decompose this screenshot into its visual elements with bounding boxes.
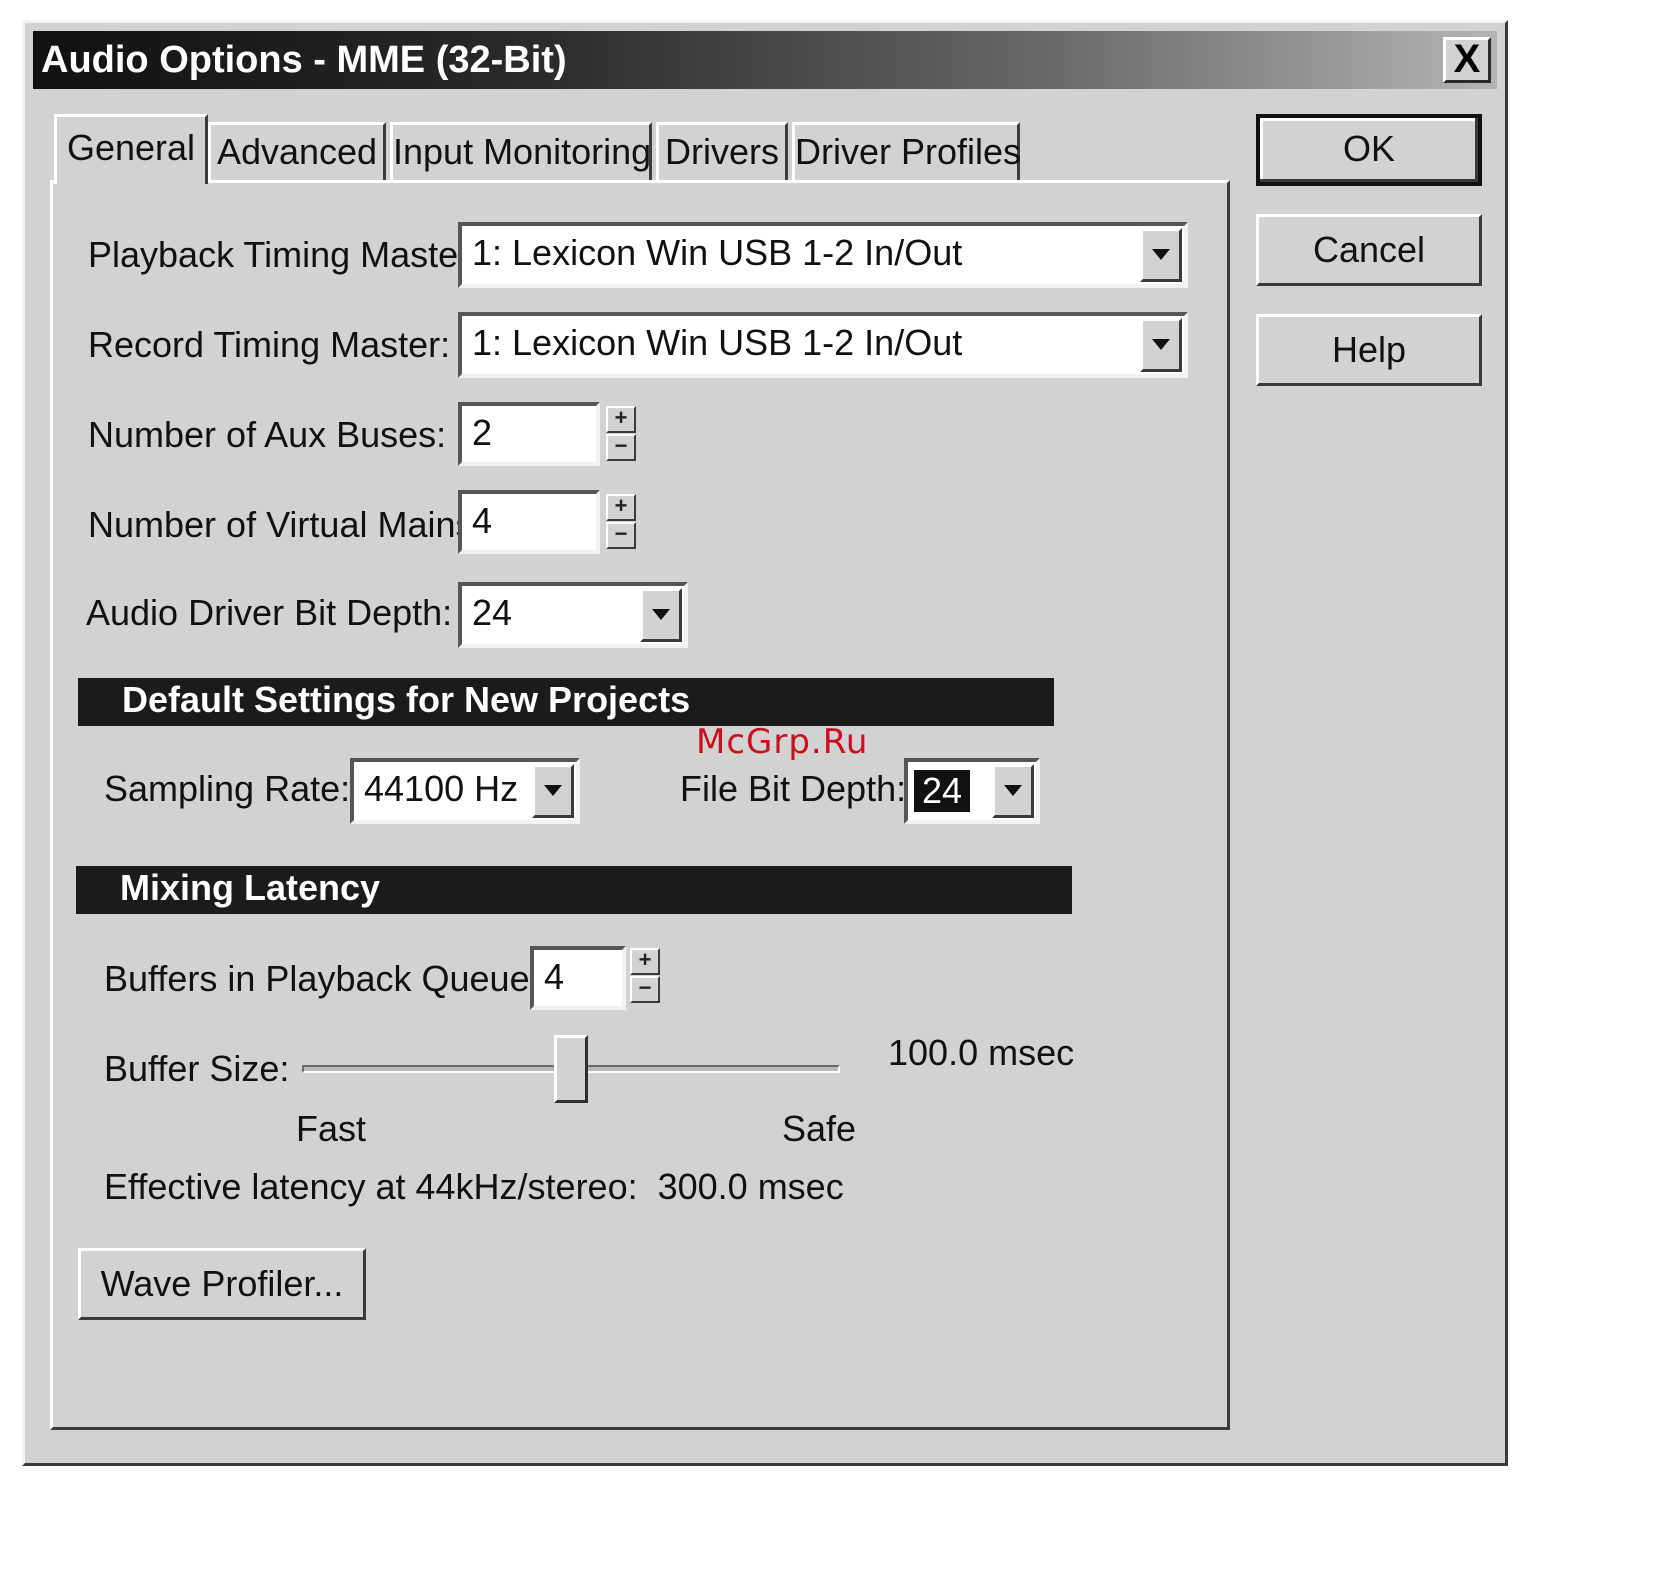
sampling-rate-value: 44100 Hz [364, 768, 519, 809]
file-bit-depth-dropdown-button[interactable] [992, 764, 1034, 818]
chevron-down-icon [544, 785, 562, 796]
buffers-down-button[interactable]: − [630, 976, 660, 1003]
playback-dropdown-button[interactable] [1140, 228, 1182, 282]
buffers-label: Buffers in Playback Queue: [104, 958, 540, 999]
aux-buses-value: 2 [472, 412, 493, 453]
tab-drivers-label: Drivers [665, 131, 779, 172]
buffer-size-slider-thumb[interactable] [554, 1035, 588, 1103]
tab-driver-profiles-label: Driver Profiles [795, 131, 1022, 172]
file-bit-depth-label: File Bit Depth: [680, 768, 907, 809]
slider-max-label: Safe [782, 1108, 857, 1149]
window-title: Audio Options - MME (32-Bit) [41, 39, 567, 81]
sampling-rate-dropdown-button[interactable] [532, 764, 574, 818]
help-button[interactable]: Help [1256, 314, 1482, 386]
buffers-spinner[interactable]: + − [630, 948, 660, 1004]
virtual-mains-value: 4 [472, 500, 493, 541]
record-timing-master-label: Record Timing Master: [88, 324, 451, 365]
driver-bit-depth-dropdown[interactable]: 24 [458, 582, 688, 648]
driver-bit-depth-label: Audio Driver Bit Depth: [86, 592, 453, 633]
sampling-rate-dropdown[interactable]: 44100 Hz [350, 758, 580, 824]
buffer-size-label: Buffer Size: [104, 1048, 290, 1089]
tab-drivers[interactable]: Drivers [656, 122, 788, 180]
chevron-down-icon [652, 609, 670, 620]
ok-button[interactable]: OK [1256, 114, 1482, 186]
playback-timing-master-label: Playback Timing Master: [88, 234, 481, 275]
tab-advanced-label: Advanced [216, 131, 378, 172]
virtual-mains-down-button[interactable]: − [606, 522, 636, 549]
tab-input-monitoring-label: Input Monitoring [393, 131, 652, 172]
effective-latency-text: Effective latency at 44kHz/stereo: 300.0… [104, 1166, 844, 1207]
mixing-latency-header: Mixing Latency [76, 866, 1072, 914]
virtual-mains-label: Number of Virtual Mains: [88, 504, 484, 545]
cancel-button[interactable]: Cancel [1256, 214, 1482, 286]
virtual-mains-input[interactable]: 4 [458, 490, 600, 554]
chevron-down-icon [1152, 249, 1170, 260]
playback-timing-master-dropdown[interactable]: 1: Lexicon Win USB 1-2 In/Out [458, 222, 1188, 288]
aux-buses-down-button[interactable]: − [606, 434, 636, 461]
record-dropdown-button[interactable] [1140, 318, 1182, 372]
driver-bit-depth-dropdown-button[interactable] [640, 588, 682, 642]
virtual-mains-spinner[interactable]: + − [606, 494, 636, 550]
tab-general[interactable]: General [54, 114, 208, 184]
record-timing-master-dropdown[interactable]: 1: Lexicon Win USB 1-2 In/Out [458, 312, 1188, 378]
buffer-size-value: 100.0 msec [888, 1032, 1075, 1073]
tab-general-label: General [66, 127, 196, 168]
close-button[interactable]: X [1443, 37, 1491, 83]
aux-buses-spinner[interactable]: + − [606, 406, 636, 462]
wave-profiler-button[interactable]: Wave Profiler... [78, 1248, 366, 1320]
playback-timing-master-value: 1: Lexicon Win USB 1-2 In/Out [472, 232, 963, 273]
driver-bit-depth-value: 24 [472, 592, 513, 633]
aux-buses-label: Number of Aux Buses: [88, 414, 447, 455]
file-bit-depth-value: 24 [914, 770, 971, 812]
title-bar[interactable]: Audio Options - MME (32-Bit) X [33, 31, 1497, 89]
slider-min-label: Fast [296, 1108, 367, 1149]
aux-buses-up-button[interactable]: + [606, 406, 636, 433]
buffers-value: 4 [544, 956, 565, 997]
tab-driver-profiles[interactable]: Driver Profiles [792, 122, 1022, 180]
sampling-rate-label: Sampling Rate: [104, 768, 351, 809]
file-bit-depth-dropdown[interactable]: 24 [904, 758, 1040, 824]
buffers-input[interactable]: 4 [530, 946, 626, 1010]
aux-buses-input[interactable]: 2 [458, 402, 600, 466]
buffers-up-button[interactable]: + [630, 948, 660, 975]
virtual-mains-up-button[interactable]: + [606, 494, 636, 521]
chevron-down-icon [1004, 785, 1022, 796]
record-timing-master-value: 1: Lexicon Win USB 1-2 In/Out [472, 322, 963, 363]
tab-advanced[interactable]: Advanced [208, 122, 386, 180]
default-settings-header: Default Settings for New Projects [78, 678, 1054, 726]
chevron-down-icon [1152, 339, 1170, 350]
watermark: McGrp.Ru [696, 722, 869, 762]
tab-input-monitoring[interactable]: Input Monitoring [390, 122, 652, 180]
